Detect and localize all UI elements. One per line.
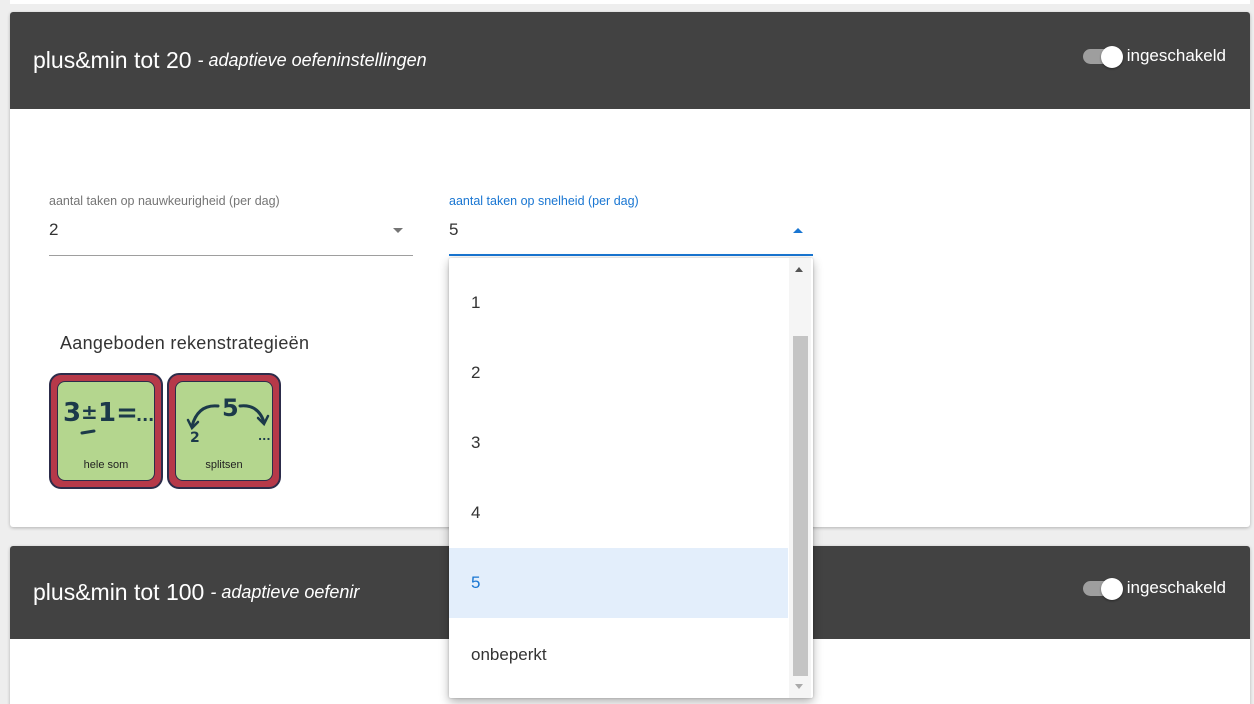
dropdown-option-selected[interactable]: 5 (449, 548, 788, 618)
chevron-up-icon[interactable] (793, 228, 803, 233)
dropdown-option[interactable]: 3 (449, 408, 788, 478)
svg-text:5: 5 (222, 394, 239, 422)
svg-text:±: ± (81, 400, 98, 424)
previous-card-edge (10, 0, 1250, 4)
speed-tasks-value: 5 (449, 220, 459, 239)
speed-tasks-dropdown-menu: 1 2 3 4 5 onbeperkt (449, 258, 813, 698)
field-underline (49, 255, 413, 256)
toggle-track[interactable] (1082, 45, 1123, 68)
field-underline (449, 254, 813, 256)
page: plus&min tot 20 - adaptieve oefeninstell… (0, 0, 1254, 704)
card-title: plus&min tot 20 - adaptieve oefeninstell… (33, 12, 427, 109)
tile-inner: 3 ± 1= ... hele som (57, 381, 155, 481)
accuracy-tasks-select[interactable]: aantal taken op nauwkeurigheid (per dag)… (49, 194, 413, 256)
dropdown-option[interactable]: 4 (449, 478, 788, 548)
strategies-heading: Aangeboden rekenstrategieën (60, 333, 310, 353)
svg-text:...: ... (258, 430, 271, 443)
tile-label: splitsen (205, 459, 243, 471)
accuracy-tasks-value: 2 (49, 220, 59, 239)
dropdown-option[interactable]: onbeperkt (449, 620, 788, 690)
chevron-down-icon[interactable] (393, 228, 403, 233)
toggle-label: ingeschakeld (1126, 46, 1226, 65)
speed-tasks-select[interactable]: aantal taken op snelheid (per dag) 5 (449, 194, 813, 256)
enabled-toggle[interactable]: ingeschakeld (1082, 45, 1226, 68)
svg-text:2: 2 (190, 430, 200, 446)
card-header: plus&min tot 20 - adaptieve oefeninstell… (10, 12, 1250, 109)
splitsen-icon: 5 2 ... (186, 394, 271, 446)
dropdown-option[interactable]: 1 (449, 268, 788, 338)
tile-inner: 5 2 ... splitsen (175, 381, 273, 481)
card-title-main: plus&min tot 20 (33, 47, 192, 73)
scrollbar-thumb[interactable] (793, 336, 808, 676)
toggle-track[interactable] (1082, 577, 1123, 600)
svg-text:3: 3 (63, 398, 81, 428)
dropdown-scrollbar[interactable] (789, 258, 811, 698)
dropdown-option[interactable]: 2 (449, 338, 788, 408)
toggle-thumb[interactable] (1100, 577, 1123, 600)
card-title-subtitle: - adaptieve oefeninstellingen (197, 50, 427, 70)
scroll-up-icon[interactable] (795, 267, 803, 272)
toggle-thumb[interactable] (1100, 45, 1123, 68)
svg-text:1=: 1= (98, 398, 138, 428)
toggle-label: ingeschakeld (1126, 578, 1226, 597)
card-title-subtitle: - adaptieve oefenir (210, 582, 360, 602)
card-title: plus&min tot 100 - adaptieve oefenir (33, 546, 359, 639)
strategy-tile-hele-som[interactable]: 3 ± 1= ... hele som (49, 373, 163, 489)
strategy-tile-splitsen[interactable]: 5 2 ... splitsen (167, 373, 281, 489)
accuracy-tasks-label: aantal taken op nauwkeurigheid (per dag) (49, 194, 280, 208)
enabled-toggle[interactable]: ingeschakeld (1082, 577, 1226, 600)
hele-som-icon: 3 ± 1= ... (63, 398, 154, 435)
scroll-down-icon[interactable] (795, 684, 803, 689)
tile-label: hele som (83, 459, 129, 471)
svg-text:...: ... (136, 406, 154, 425)
speed-tasks-label: aantal taken op snelheid (per dag) (449, 194, 639, 208)
card-title-main: plus&min tot 100 (33, 579, 205, 605)
